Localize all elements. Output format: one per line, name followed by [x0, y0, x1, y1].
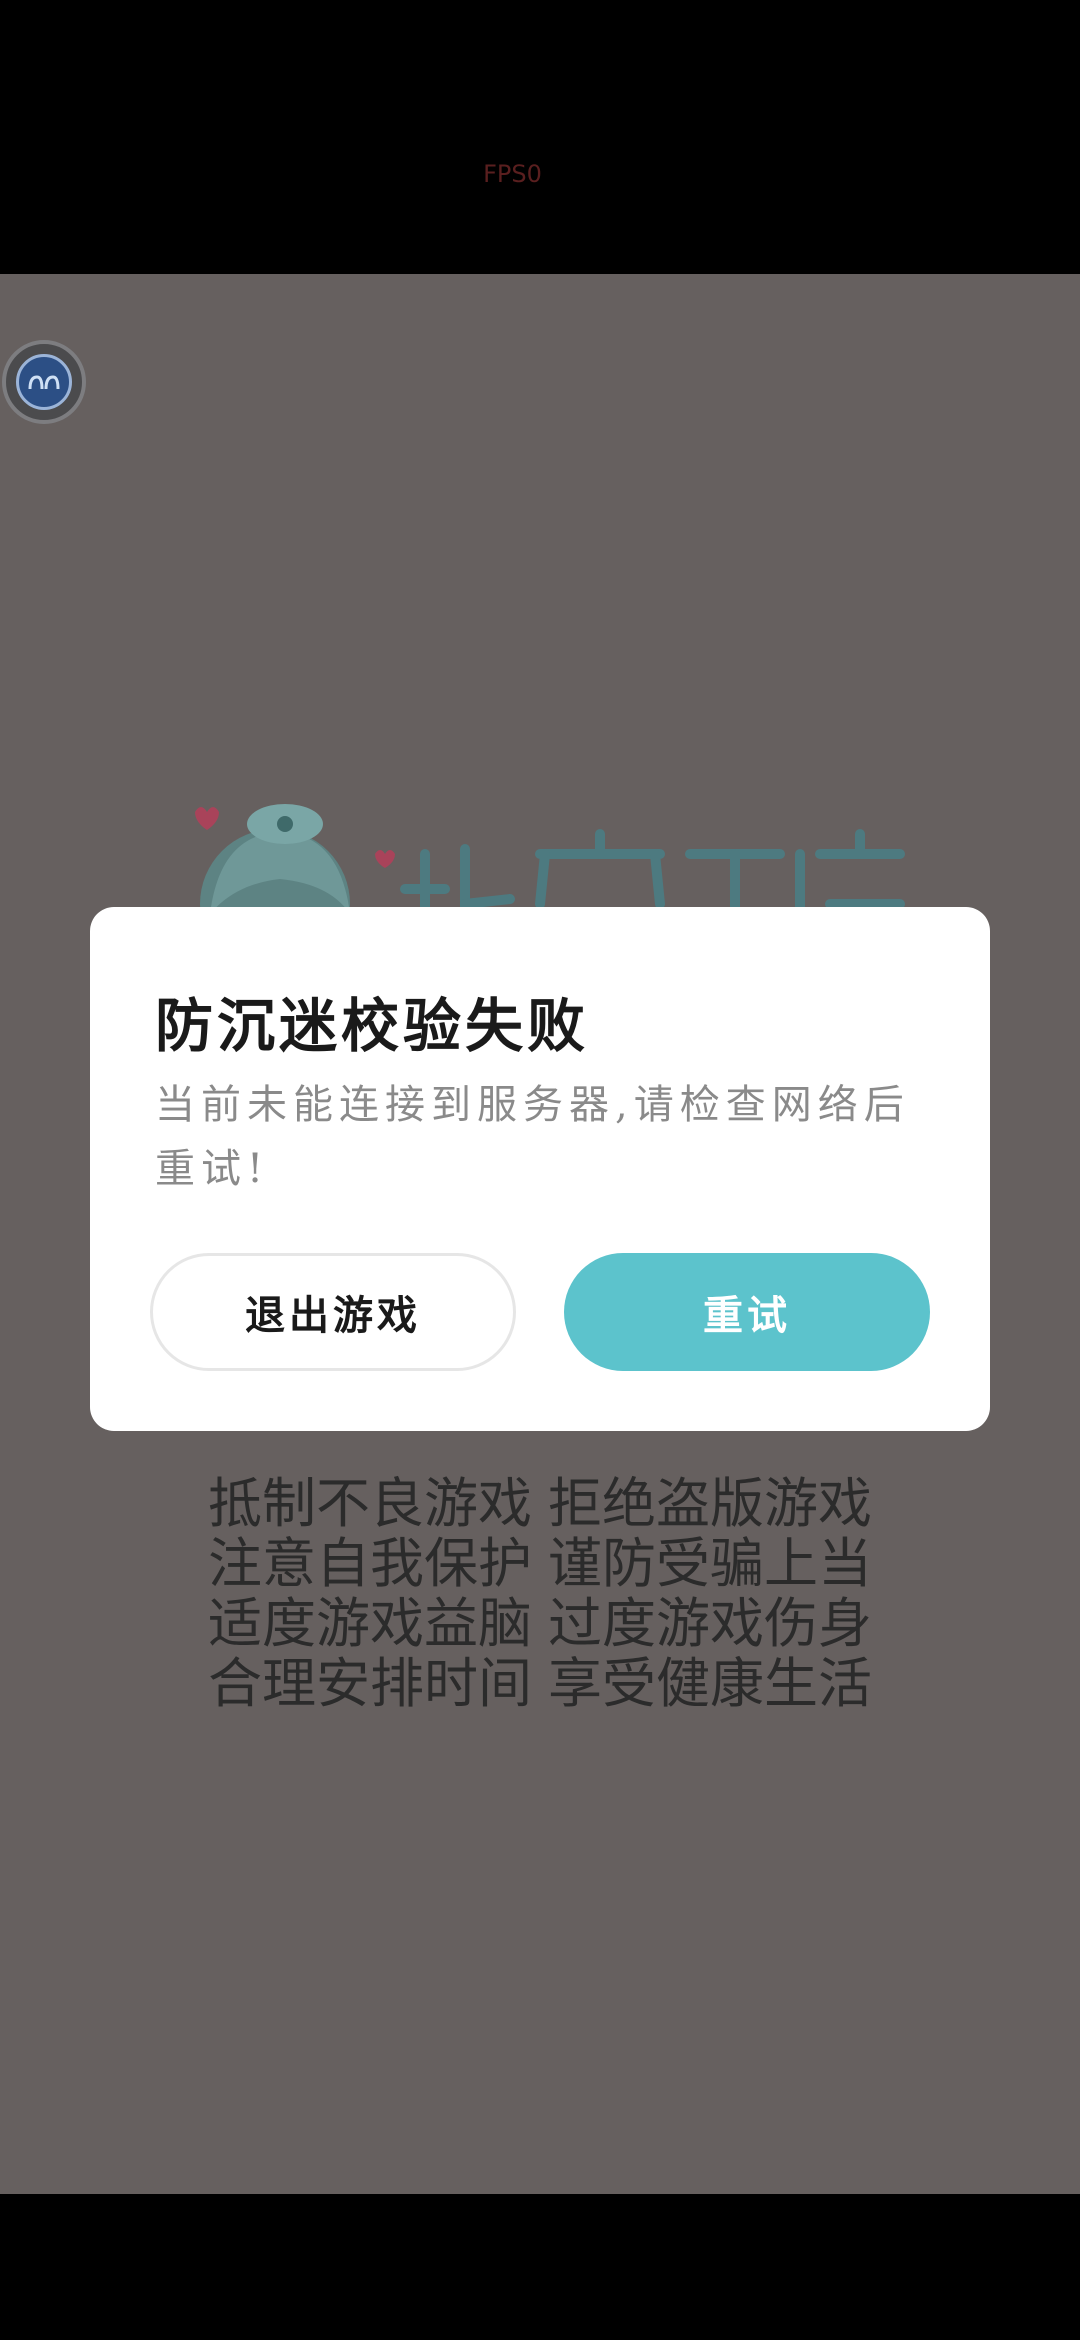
anti-addiction-slogans: 抵制不良游戏 拒绝盗版游戏 注意自我保护 谨防受骗上当 适度游戏益脑 过度游戏伤身 合…	[0, 1474, 1080, 1714]
slogan-text: 抵制不良游戏	[208, 1472, 532, 1535]
assistant-face-icon	[28, 375, 60, 390]
app-screen: FPS0 抵制不良游戏 拒绝盗版游戏 注意自我保护 谨防受骗上当 适度游戏益脑 …	[0, 0, 1080, 2340]
floating-assistant-icon[interactable]	[2, 340, 86, 424]
anti-addiction-dialog: 防沉迷校验失败 当前未能连接到服务器,请检查网络后重试! 退出游戏 重试	[90, 907, 990, 1431]
dialog-title: 防沉迷校验失败	[155, 992, 590, 1060]
fps-counter: FPS0	[483, 160, 542, 188]
slogan-line-2: 注意自我保护 谨防受骗上当	[0, 1534, 1080, 1594]
bottom-black-bar	[0, 2194, 1080, 2340]
slogan-text: 注意自我保护	[208, 1532, 532, 1595]
slogan-text: 谨防受骗上当	[548, 1532, 872, 1595]
dialog-message: 当前未能连接到服务器,请检查网络后重试!	[155, 1082, 910, 1192]
slogan-text: 合理安排时间	[208, 1652, 532, 1715]
slogan-text: 过度游戏伤身	[548, 1592, 872, 1655]
floating-assistant-inner	[16, 354, 72, 410]
top-black-bar: FPS0	[0, 0, 1080, 274]
slogan-line-3: 适度游戏益脑 过度游戏伤身	[0, 1594, 1080, 1654]
slogan-line-1: 抵制不良游戏 拒绝盗版游戏	[0, 1474, 1080, 1534]
slogan-text: 适度游戏益脑	[208, 1592, 532, 1655]
slogan-text: 享受健康生活	[548, 1652, 872, 1715]
retry-button[interactable]: 重试	[564, 1253, 930, 1371]
slogan-line-4: 合理安排时间 享受健康生活	[0, 1654, 1080, 1714]
slogan-text: 拒绝盗版游戏	[548, 1472, 872, 1535]
exit-game-button[interactable]: 退出游戏	[150, 1253, 516, 1371]
